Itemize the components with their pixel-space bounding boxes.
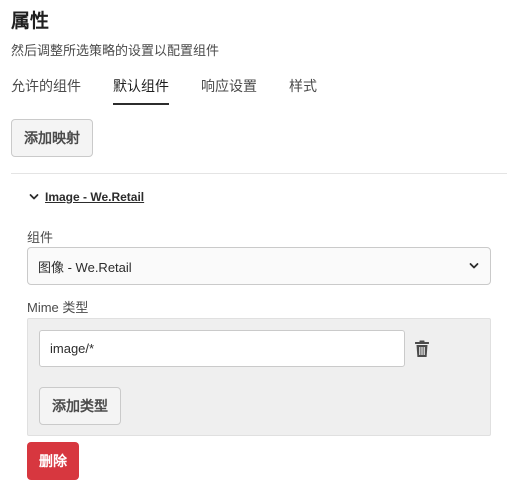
- tab-default-components[interactable]: 默认组件: [113, 76, 169, 105]
- component-select-value: 图像 - We.Retail: [38, 259, 132, 275]
- tab-styles[interactable]: 样式: [289, 76, 317, 105]
- component-label: 组件: [27, 230, 54, 245]
- mapping-title[interactable]: Image - We.Retail: [45, 190, 144, 204]
- tab-responsive-settings[interactable]: 响应设置: [201, 76, 257, 105]
- tab-allowed-components[interactable]: 允许的组件: [11, 76, 81, 105]
- add-mapping-button[interactable]: 添加映射: [11, 119, 93, 157]
- mime-type-panel: 添加类型: [27, 318, 491, 436]
- delete-button[interactable]: 删除: [27, 442, 79, 480]
- add-type-button[interactable]: 添加类型: [39, 387, 121, 425]
- mime-type-label: Mime 类型: [27, 300, 89, 315]
- section-divider: [11, 173, 507, 174]
- chevron-down-icon: [469, 263, 479, 269]
- tab-bar: 允许的组件 默认组件 响应设置 样式: [11, 76, 349, 105]
- mime-type-input[interactable]: [39, 330, 405, 367]
- component-select[interactable]: 图像 - We.Retail: [27, 247, 491, 285]
- chevron-down-icon[interactable]: [28, 191, 40, 203]
- trash-icon[interactable]: [414, 340, 430, 358]
- mapping-header[interactable]: Image - We.Retail: [28, 190, 144, 204]
- page-subtitle: 然后调整所选策略的设置以配置组件: [11, 43, 220, 58]
- page-title: 属性: [11, 11, 50, 32]
